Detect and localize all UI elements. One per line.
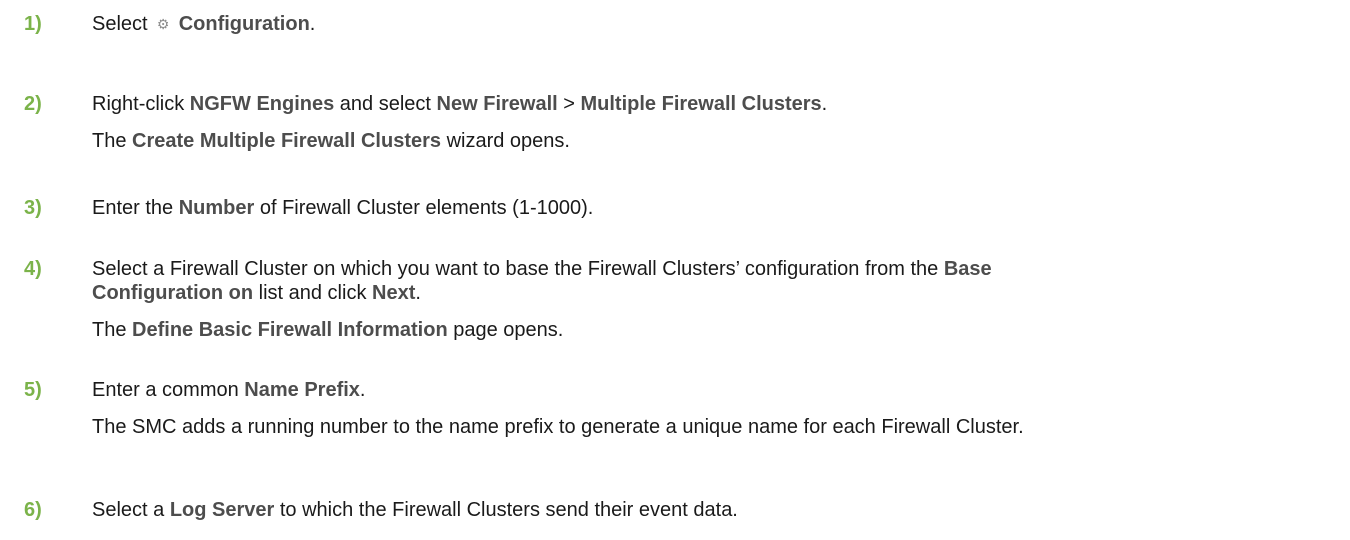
instruction-text: Select a Firewall Cluster on which you w… [92,258,944,280]
ui-term: Configuration [173,13,310,35]
step-number: 2) [24,93,42,115]
instruction-text: . [415,282,421,304]
instruction-text: and select [334,93,437,115]
step-text-line: Select a Log Server to which the Firewal… [92,498,738,522]
step-text-line: The Define Basic Firewall Information pa… [92,318,563,342]
instruction-text: list and click [253,282,373,304]
instruction-text: Enter a common [92,379,245,401]
step-text-line: The SMC adds a running number to the nam… [92,415,1024,439]
instruction-text: . [359,379,366,401]
ui-term: Define Basic Firewall Information [132,319,448,341]
instruction-text: wizard opens. [441,130,570,152]
instruction-text: The [92,319,133,341]
instruction-text: Select [92,13,154,35]
instruction-text: to which the Firewall Clusters send thei… [274,499,738,521]
step-text-line: Enter the Number of Firewall Cluster ele… [92,196,593,220]
step-number: 5) [24,379,42,401]
ui-term: Multiple Firewall Clusters [580,93,822,115]
ui-term: Create Multiple Firewall Clusters [132,130,442,152]
ui-term: Number [178,197,255,219]
ui-term: Log Server [169,499,275,521]
instruction-text: The SMC adds a running number to the nam… [92,416,1024,438]
ui-term: NGFW Engines [189,93,335,115]
ui-term: Base [943,258,992,280]
instruction-text: Right-click [92,93,190,115]
gear-icon: ⚙ [156,16,170,32]
step-number: 1) [24,13,42,35]
instruction-text: . [309,13,316,35]
instruction-text: of Firewall Cluster elements (1-1000). [254,197,594,219]
step-text-line: Right-click NGFW Engines and select New … [92,92,827,116]
step-text-line: Configuration on list and click Next. [92,281,421,305]
step-number: 3) [24,197,42,219]
instruction-text: The [92,130,133,152]
instruction-text: . [821,93,828,115]
instruction-text: Enter the [92,197,179,219]
instruction-text: page opens. [447,319,564,341]
step-text-line: Select a Firewall Cluster on which you w… [92,257,992,281]
step-text-line: The Create Multiple Firewall Clusters wi… [92,129,570,153]
ui-term: Name Prefix [244,379,360,401]
step-text-line: Enter a common Name Prefix. [92,378,365,402]
instruction-text: > [557,93,581,115]
ui-term: Configuration on [92,282,254,304]
step-text-line: Select ⚙ Configuration. [92,12,315,37]
ui-term: New Firewall [436,93,558,115]
step-number: 6) [24,499,42,521]
instruction-text: Select a [92,499,170,521]
step-number: 4) [24,258,42,280]
ui-term: Next [372,282,416,304]
